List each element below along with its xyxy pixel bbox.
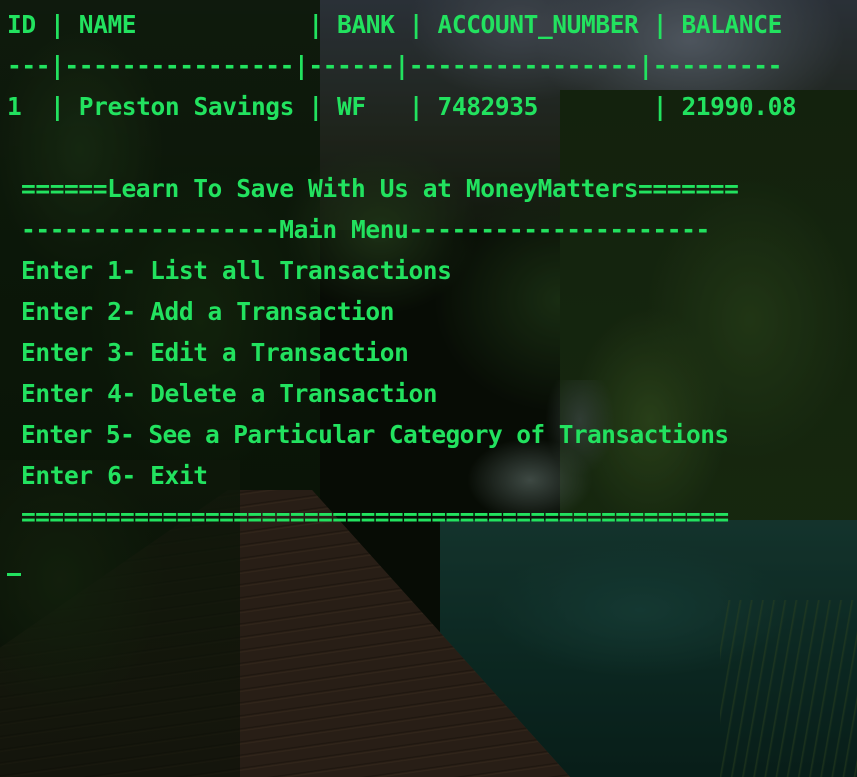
- menu-option-exit: Enter 6- Exit: [21, 461, 208, 490]
- terminal-window[interactable]: ID | NAME | BANK | ACCOUNT_NUMBER | BALA…: [0, 0, 857, 777]
- menu-option-delete-transaction: Enter 4- Delete a Transaction: [21, 379, 438, 408]
- table-header: ID | NAME | BANK | ACCOUNT_NUMBER | BALA…: [7, 10, 782, 39]
- menu-option-category-transactions: Enter 5- See a Particular Category of Tr…: [21, 420, 729, 449]
- table-separator: ---|----------------|------|------------…: [7, 51, 782, 80]
- menu-title: ------------------Main Menu-------------…: [21, 215, 710, 244]
- menu-banner: ======Learn To Save With Us at MoneyMatt…: [21, 174, 739, 203]
- text-cursor[interactable]: [7, 573, 21, 576]
- menu-footer: ========================================…: [21, 502, 729, 531]
- menu-option-add-transaction: Enter 2- Add a Transaction: [21, 297, 395, 326]
- menu-option-edit-transaction: Enter 3- Edit a Transaction: [21, 338, 409, 367]
- menu-option-list-transactions: Enter 1- List all Transactions: [21, 256, 452, 285]
- table-row: 1 | Preston Savings | WF | 7482935 | 219…: [7, 92, 797, 121]
